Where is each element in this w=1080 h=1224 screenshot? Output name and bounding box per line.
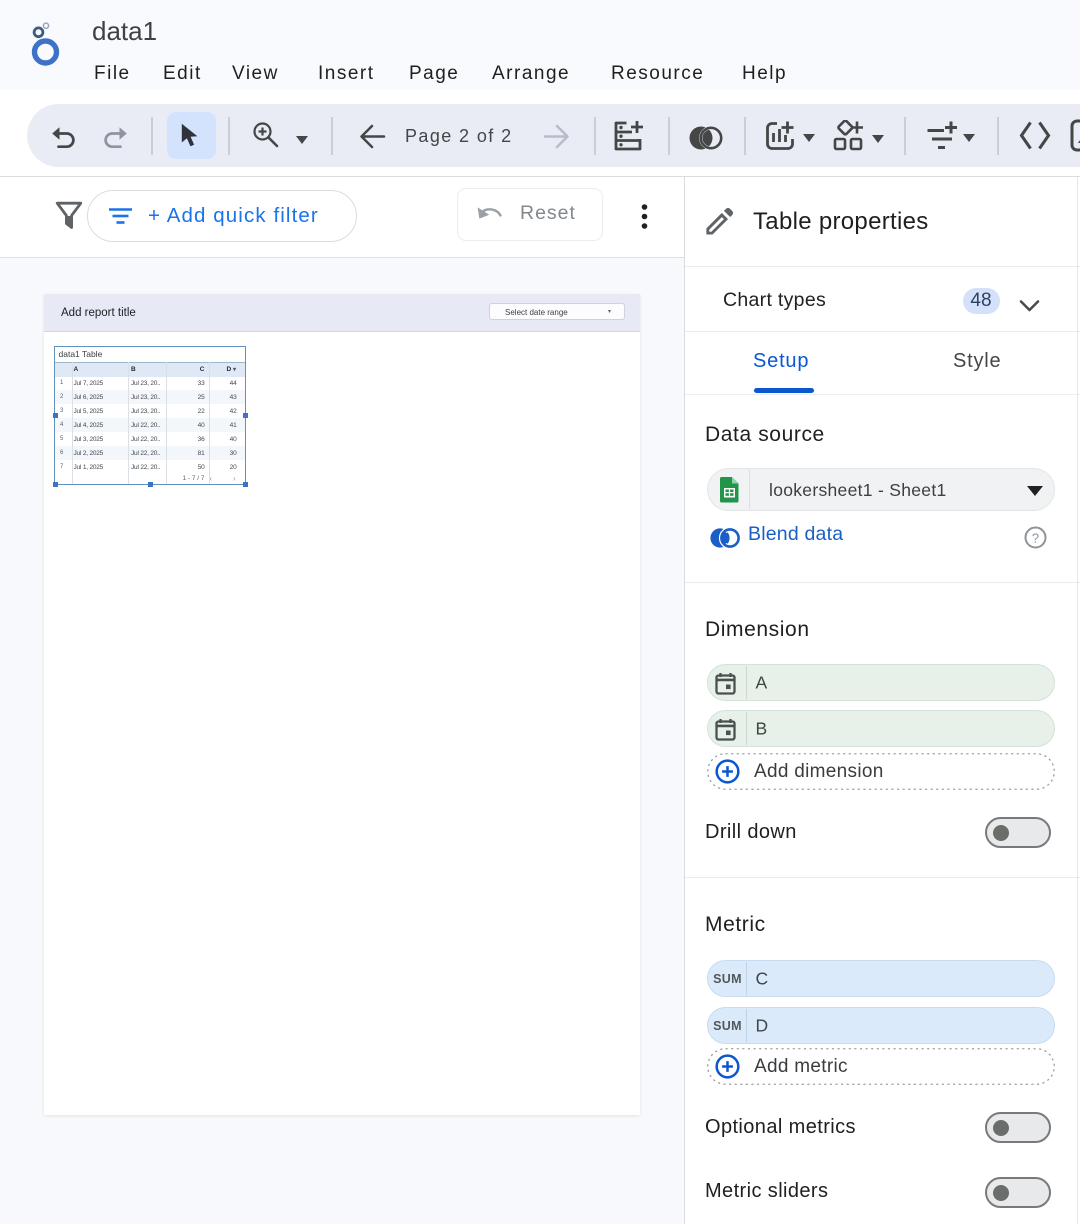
svg-text:?: ? [1032,530,1039,545]
